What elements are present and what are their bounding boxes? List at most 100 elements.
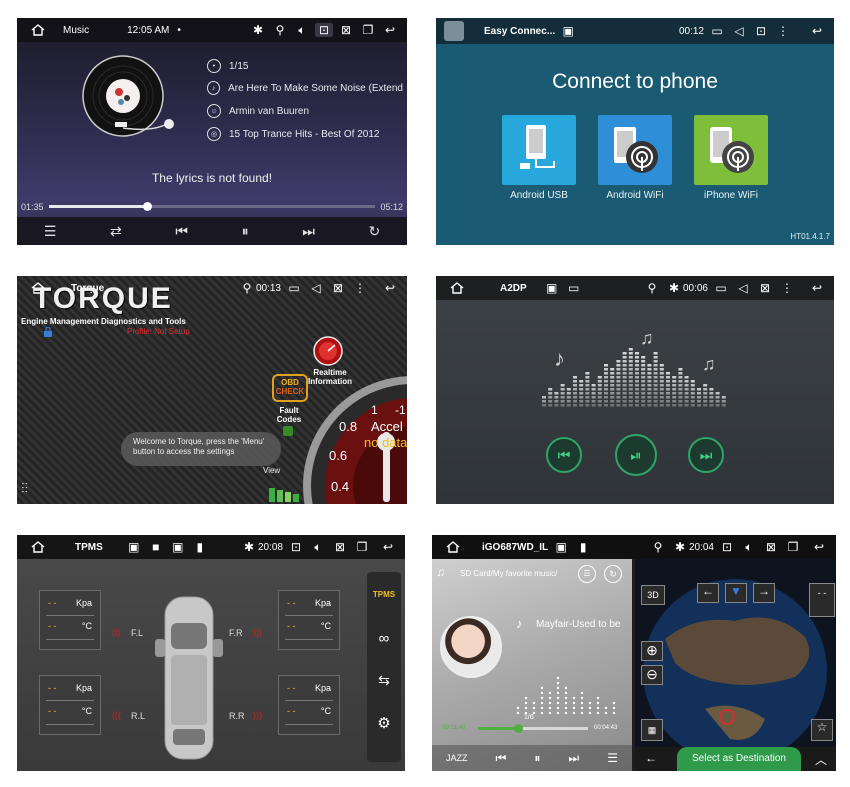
spectrum-dot (580, 696, 584, 700)
volume-icon[interactable]: 🔈︎ (293, 23, 311, 38)
next-button[interactable]: ⏭︎ (688, 437, 724, 473)
spectrum-dot (556, 676, 560, 680)
home-icon[interactable] (29, 24, 47, 36)
back-icon[interactable]: ↩ (379, 540, 397, 554)
favorite-star-icon[interactable]: ☆ (811, 719, 833, 741)
previous-button[interactable]: ⏮︎ (546, 437, 582, 473)
volume-icon[interactable]: ◁ (734, 281, 752, 295)
menu-icon[interactable]: ⋮ (774, 24, 792, 38)
play-pause-button[interactable]: ⏯︎ (615, 434, 657, 476)
pressure-value: - - (48, 683, 57, 693)
back-icon[interactable]: ↩ (810, 540, 828, 554)
volume-icon[interactable]: ◁ (730, 24, 748, 38)
pause-icon[interactable]: ⏸︎ (242, 223, 249, 240)
repeat-icon[interactable]: ↻ (368, 223, 380, 240)
next-icon: ⏭︎ (699, 446, 713, 463)
zoom-in-icon[interactable]: ⊕ (641, 641, 663, 661)
android-wifi-tile[interactable] (598, 115, 672, 185)
swap-tyres-icon[interactable]: ⇆ (367, 672, 401, 689)
seek-bar[interactable] (49, 202, 375, 211)
home-icon[interactable] (444, 541, 462, 553)
back-icon[interactable]: ↩ (808, 24, 826, 38)
close-app-icon[interactable]: ⊠ (331, 540, 349, 554)
eq-bar-dot (566, 404, 571, 407)
screenshot-icon[interactable]: ⊡ (287, 540, 305, 554)
menu-icon[interactable]: ⋮ (351, 281, 369, 295)
compass-button[interactable]: ▼ (725, 583, 747, 603)
album-name: 15 Top Trance Hits - Best Of 2012 (229, 128, 380, 140)
pan-left-button[interactable]: ← (697, 583, 719, 603)
pause-icon[interactable]: ⏸︎ (534, 751, 540, 766)
gauges-icon[interactable] (269, 488, 299, 502)
pair-link-icon[interactable]: ∞ (367, 630, 401, 647)
song-title-row: ♪ Are Here To Make Some Noise (Extend (207, 81, 403, 95)
realtime-info-icon[interactable] (313, 336, 343, 366)
previous-icon[interactable]: ⏮︎ (175, 223, 188, 240)
map-view[interactable]: 3D ← ▼ → - - ⊕ ⊖ ▦ ☆ ← Select as Destina… (635, 559, 836, 771)
eq-bar-dot (703, 404, 708, 407)
expand-up-icon[interactable]: ︿ (815, 751, 827, 768)
screenshot-icon[interactable]: ⊠ (756, 281, 774, 295)
next-icon[interactable]: ⏭︎ (302, 223, 315, 240)
recent-apps-icon[interactable]: ❐ (353, 540, 371, 554)
eq-bar-dot (709, 392, 714, 395)
eq-bar-dot (628, 392, 633, 395)
seek-bar-handle[interactable] (513, 724, 523, 733)
close-app-icon[interactable]: ⊠ (762, 540, 780, 554)
playlist-icon[interactable]: ☰ (607, 751, 618, 765)
location-icon: ⚲ (653, 540, 663, 554)
spectrum-dot (548, 711, 552, 715)
home-icon[interactable] (29, 541, 47, 553)
sidebar-tpms-tab[interactable]: TPMS (367, 590, 401, 599)
spectrum-dot (588, 711, 592, 715)
route-options-icon[interactable]: ▦ (641, 719, 663, 741)
clock: 12:05 AM (127, 24, 170, 36)
settings-sliders-icon[interactable]: ⫶⫶ (21, 480, 28, 497)
3d-view-button[interactable]: 3D (641, 585, 665, 605)
eq-bar-dot (697, 392, 701, 395)
screenshot-icon[interactable]: ⊠ (329, 281, 347, 295)
home-icon[interactable] (448, 282, 466, 294)
back-icon[interactable]: ↩ (381, 281, 399, 295)
eq-preset-button[interactable]: JAZZ (446, 753, 468, 763)
seek-bar[interactable] (478, 724, 588, 733)
iphone-wifi-tile[interactable] (694, 115, 768, 185)
equalizer-visual: ♪ ♫ ♫ (542, 328, 726, 407)
volume-icon[interactable]: 🔈︎ (309, 540, 327, 555)
settings-gear-icon[interactable]: ⚙ (367, 714, 401, 732)
seek-bar-handle[interactable] (142, 202, 152, 211)
page-title: Connect to phone (552, 70, 718, 93)
eq-bar-dot (666, 392, 670, 395)
playlist-icon[interactable]: ☰ (44, 223, 57, 240)
eq-bar-dot (622, 392, 627, 395)
back-icon[interactable]: ↩ (808, 281, 826, 295)
clock: 20:08 (257, 541, 283, 553)
screenshot-icon[interactable]: ⊡ (315, 23, 333, 37)
pan-right-button[interactable]: → (753, 583, 775, 603)
recent-apps-icon[interactable]: ❐ (359, 23, 377, 37)
eq-bar-dot (703, 396, 708, 399)
zoom-out-icon[interactable]: ⊖ (641, 665, 663, 685)
select-destination-button[interactable]: Select as Destination (677, 747, 801, 771)
menu-icon[interactable]: ⋮ (778, 281, 796, 295)
repeat-icon[interactable]: ↻ (604, 565, 622, 583)
close-app-icon[interactable]: ⊠ (337, 23, 355, 37)
eq-bar-dot (610, 384, 615, 387)
shuffle-icon[interactable]: ⇄ (110, 223, 122, 240)
volume-icon[interactable]: 🔈︎ (740, 540, 758, 555)
screenshot-icon[interactable]: ⊡ (752, 24, 770, 38)
android-usb-tile[interactable] (502, 115, 576, 185)
back-arrow-icon[interactable]: ← (645, 751, 657, 765)
next-icon[interactable]: ⏭︎ (568, 751, 579, 766)
app-icon[interactable] (444, 21, 464, 41)
back-icon[interactable]: ↩ (381, 23, 399, 37)
view-label[interactable]: View (263, 466, 280, 475)
previous-icon[interactable]: ⏮︎ (496, 751, 507, 766)
equalizer-icon[interactable]: ☰ (578, 565, 596, 583)
recent-apps-icon[interactable]: ❐ (784, 540, 802, 554)
eq-bar-dot (616, 392, 621, 395)
eq-bar-dot (616, 372, 621, 375)
car-top-view-icon (151, 593, 227, 763)
volume-icon[interactable]: ◁ (307, 281, 325, 295)
screenshot-icon[interactable]: ⊡ (718, 540, 736, 554)
